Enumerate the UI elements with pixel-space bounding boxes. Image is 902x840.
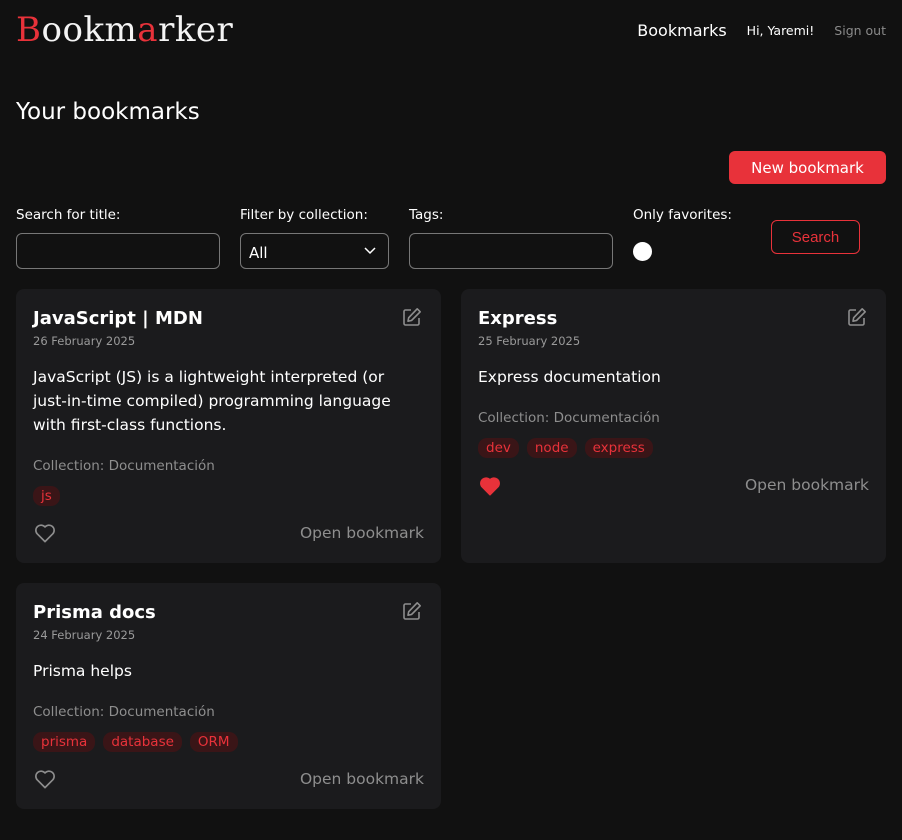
page-title: Your bookmarks: [16, 99, 200, 125]
logo-letter: m: [104, 10, 138, 50]
logo-letter: rker: [158, 10, 234, 50]
bookmark-card: Express 25 February 2025 Express documen…: [461, 289, 886, 563]
search-button[interactable]: Search: [771, 220, 860, 254]
logo-letter: ook: [41, 10, 105, 50]
open-bookmark-link[interactable]: Open bookmark: [300, 524, 424, 542]
heart-outline-icon[interactable]: [34, 523, 56, 543]
tags-input[interactable]: [409, 233, 613, 269]
bookmark-collection: Collection: Documentación: [478, 410, 660, 426]
tag-list: js: [33, 486, 60, 506]
chevron-down-icon: [364, 247, 376, 255]
tag[interactable]: dev: [478, 438, 519, 458]
tag[interactable]: node: [526, 438, 577, 458]
title-filter: Search for title:: [16, 207, 220, 269]
tag[interactable]: database: [103, 732, 182, 752]
bookmark-date: 25 February 2025: [478, 334, 581, 348]
collection-filter: Filter by collection: All: [240, 207, 389, 269]
bookmark-title: JavaScript | MDN: [33, 308, 203, 329]
tag-list: dev node express: [478, 438, 653, 458]
title-search-input[interactable]: [16, 233, 220, 269]
heart-filled-icon[interactable]: [479, 476, 501, 496]
heart-outline-icon[interactable]: [34, 769, 56, 789]
filters-bar: Search for title: Filter by collection: …: [16, 207, 886, 269]
bookmark-title: Express: [478, 308, 558, 329]
favorites-filter: Only favorites:: [633, 207, 743, 261]
title-filter-label: Search for title:: [16, 207, 121, 223]
collection-filter-label: Filter by collection:: [240, 207, 368, 223]
tag-list: prisma database ORM: [33, 732, 238, 752]
tag[interactable]: ORM: [189, 732, 238, 752]
bookmark-date: 24 February 2025: [33, 628, 136, 642]
bookmark-collection: Collection: Documentación: [33, 704, 215, 720]
edit-icon[interactable]: [847, 307, 867, 327]
bookmark-description: Express documentation: [478, 368, 661, 386]
tag[interactable]: prisma: [33, 732, 96, 752]
logo-letter: a: [137, 10, 159, 50]
bookmark-date: 26 February 2025: [33, 334, 136, 348]
user-greeting: Hi, Yaremi!: [746, 22, 815, 38]
bookmark-card: JavaScript | MDN 26 February 2025 JavaSc…: [16, 289, 441, 563]
open-bookmark-link[interactable]: Open bookmark: [745, 476, 869, 494]
edit-icon[interactable]: [402, 601, 422, 621]
bookmark-title: Prisma docs: [33, 602, 156, 623]
favorites-filter-label: Only favorites:: [633, 207, 732, 223]
bookmark-collection: Collection: Documentación: [33, 458, 215, 474]
bookmark-card: Prisma docs 24 February 2025 Prisma help…: [16, 583, 441, 809]
bookmark-description: JavaScript (JS) is a lightweight interpr…: [33, 368, 391, 434]
new-bookmark-button[interactable]: New bookmark: [729, 151, 886, 184]
bookmark-description: Prisma helps: [33, 662, 132, 680]
top-bar: Book m a rker Bookmarks Hi, Yaremi! Sign ou…: [16, 10, 886, 50]
collection-select-value: All: [249, 244, 268, 262]
logo-letter: B: [16, 10, 42, 50]
nav: Bookmarks Hi, Yaremi! Sign out: [637, 21, 886, 40]
tags-filter-label: Tags:: [409, 207, 444, 223]
tag[interactable]: express: [584, 438, 653, 458]
open-bookmark-link[interactable]: Open bookmark: [300, 770, 424, 788]
nav-bookmarks-link[interactable]: Bookmarks: [637, 21, 726, 40]
favorites-checkbox[interactable]: [633, 242, 652, 261]
tag[interactable]: js: [33, 486, 60, 506]
tags-filter: Tags:: [409, 207, 613, 269]
edit-icon[interactable]: [402, 307, 422, 327]
sign-out-link[interactable]: Sign out: [834, 23, 886, 38]
bookmarker-logo[interactable]: Book m a rker: [16, 13, 233, 47]
collection-select[interactable]: All: [240, 233, 389, 269]
